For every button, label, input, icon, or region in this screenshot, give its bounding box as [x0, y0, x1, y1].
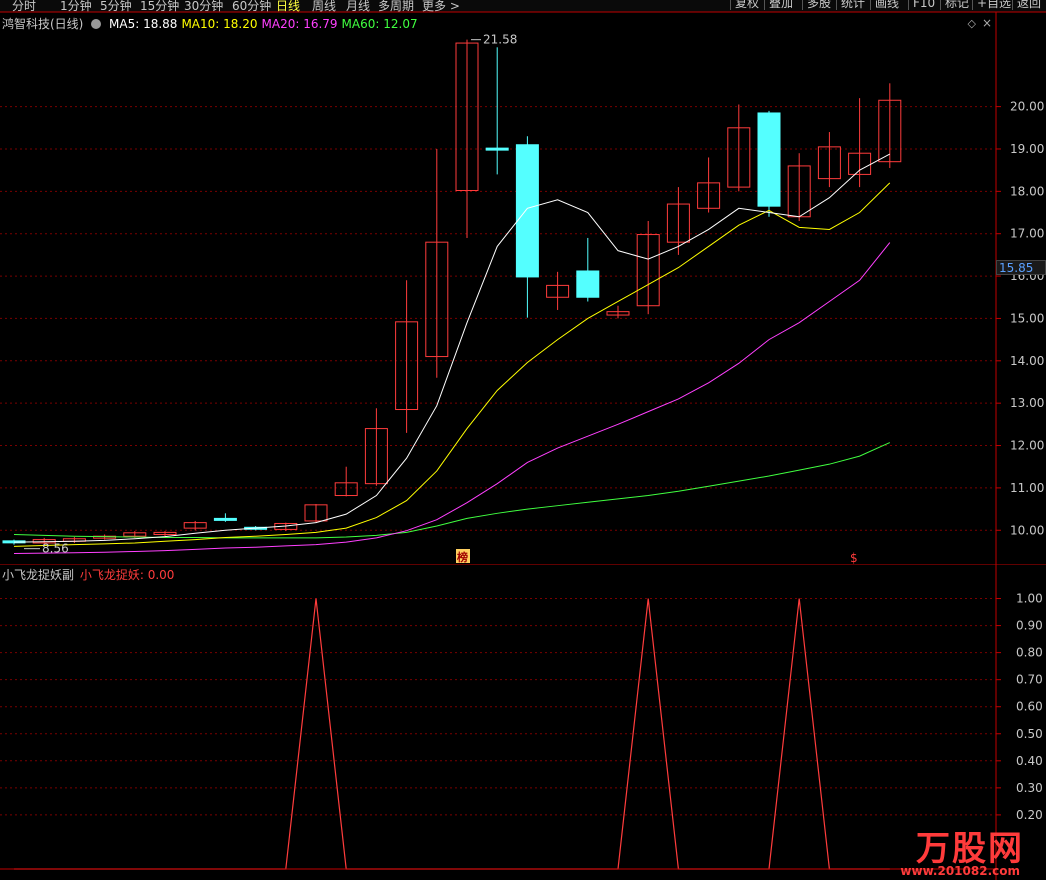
indicator-tick-label: 0.30	[1016, 781, 1043, 795]
indicator-chart[interactable]: 1.00 0.90 0.80 0.70 0.60 0.50 0.40 0.30 0.20	[0, 565, 1046, 880]
indicator-tick-label: 0.20	[1016, 808, 1043, 822]
price-tick-label: 10.00	[1010, 523, 1044, 537]
indicator-tick-label: 0.70	[1016, 673, 1043, 687]
price-tick-label: 17.00	[1010, 227, 1044, 241]
price-tick-label: 15.00	[1010, 311, 1044, 325]
high-label: 21.58	[483, 33, 517, 47]
indicator-tick-label: 1.00	[1016, 592, 1043, 606]
candle-body	[757, 112, 781, 207]
price-tick-label: 11.00	[1010, 481, 1044, 495]
candle-body	[485, 147, 509, 151]
indicator-tick-label: 0.40	[1016, 754, 1043, 768]
indicator-tick-label: 0.80	[1016, 646, 1043, 660]
candle-body	[213, 517, 237, 521]
candle-body	[576, 270, 600, 298]
watermark-logo: 万股网	[916, 829, 1024, 869]
price-tick-label: 20.00	[1010, 100, 1044, 114]
dollar-marker: $	[850, 551, 858, 565]
low-label: 8.56	[42, 542, 69, 556]
price-chart[interactable]: 20.0019.0018.0017.0016.0015.0014.0013.00…	[0, 0, 1046, 565]
ma20-line	[13, 242, 891, 555]
price-tick-label: 14.00	[1010, 354, 1044, 368]
watermark-site: www.201082.com	[900, 864, 1020, 878]
ma60-line	[13, 442, 891, 539]
current-price-badge: 15.85	[996, 260, 1046, 275]
indicator-tick-label: 0.90	[1016, 619, 1043, 633]
indicator-tick-label: 0.50	[1016, 727, 1043, 741]
price-tick-label: 13.00	[1010, 396, 1044, 410]
rank-badge-label: 榜	[457, 550, 468, 564]
price-tick-label: 12.00	[1010, 439, 1044, 453]
candle-body	[515, 144, 539, 278]
price-tick-label: 18.00	[1010, 184, 1044, 198]
indicator-tick-label: 0.60	[1016, 700, 1043, 714]
price-tick-label: 19.00	[1010, 142, 1044, 156]
